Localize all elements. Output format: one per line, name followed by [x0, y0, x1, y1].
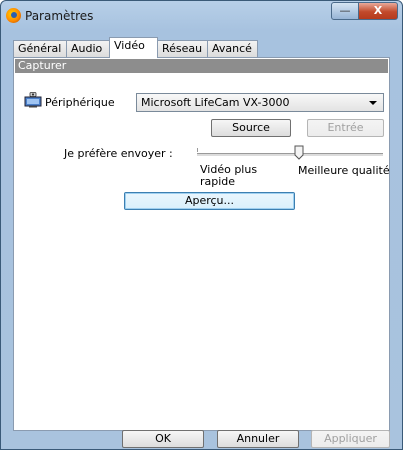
input-button[interactable]: Entrée: [307, 119, 384, 137]
app-logo-icon: [6, 8, 21, 23]
chevron-down-icon[interactable]: [369, 101, 377, 105]
title-bar[interactable]: Paramètres — X: [1, 1, 402, 29]
tab-video[interactable]: Vidéo: [109, 37, 158, 58]
slider-min-label: Vidéo plus rapide: [200, 163, 258, 188]
tab-general[interactable]: Général: [13, 40, 67, 57]
close-button[interactable]: X: [358, 2, 398, 20]
video-settings-panel: Capturer Périphérique Microsoft LifeCam …: [13, 57, 390, 431]
ok-button[interactable]: OK: [122, 430, 204, 448]
webcam-monitor-icon: [24, 92, 42, 108]
quality-slider-track[interactable]: [197, 153, 383, 157]
preference-label: Je préfère envoyer :: [64, 147, 173, 160]
device-label: Périphérique: [45, 96, 115, 109]
apply-button[interactable]: Appliquer: [311, 430, 390, 448]
window-title: Paramètres: [25, 9, 94, 23]
tab-network[interactable]: Réseau: [157, 40, 208, 57]
tab-audio[interactable]: Audio: [66, 40, 110, 57]
slider-max-label: Meilleure qualité: [298, 164, 390, 177]
minimize-button[interactable]: —: [331, 2, 359, 20]
tab-advanced[interactable]: Avancé: [207, 40, 258, 57]
source-button[interactable]: Source: [211, 119, 291, 137]
device-select[interactable]: Microsoft LifeCam VX-3000: [136, 93, 384, 112]
cancel-button[interactable]: Annuler: [217, 430, 299, 448]
slider-tick: [197, 148, 198, 152]
settings-window: Paramètres — X Général Audio Vidéo Résea…: [0, 0, 403, 450]
quality-slider-thumb[interactable]: [294, 145, 304, 160]
section-header-capture: Capturer: [15, 59, 388, 73]
preview-button[interactable]: Aperçu...: [124, 192, 295, 210]
device-select-value: Microsoft LifeCam VX-3000: [141, 96, 290, 109]
